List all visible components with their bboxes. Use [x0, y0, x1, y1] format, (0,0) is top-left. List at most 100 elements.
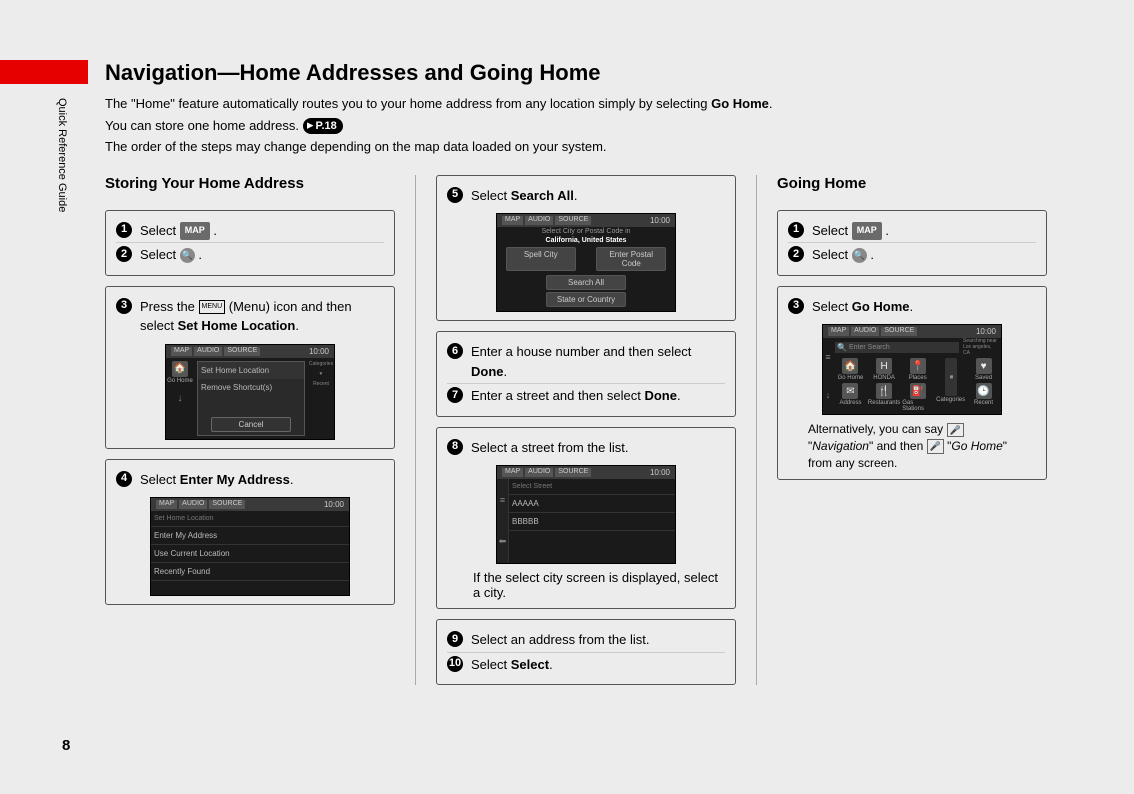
step10a: Select: [471, 657, 511, 672]
screenshot-gohome: MAPAUDIOSOURCE10:00 ≡↓ Enter Search Sear…: [822, 324, 1002, 415]
ss5-i5: Saved: [975, 375, 992, 381]
clock3: 10:00: [650, 216, 670, 225]
step6c: .: [504, 364, 508, 379]
tab-source3: SOURCE: [555, 216, 591, 225]
step3d: .: [295, 318, 299, 333]
step7b: Done: [644, 388, 677, 403]
gh-step3a: Select: [812, 299, 852, 314]
screenshot-set-home: MAPAUDIOSOURCE10:00 🏠Go Home ↓ Set Home …: [165, 344, 335, 440]
ss3-label: Select City or Postal Code in: [497, 227, 675, 236]
gh-step3c: .: [910, 299, 914, 314]
card-steps-9-10: 9 Select an address from the list. 10 Se…: [436, 619, 736, 685]
screenshot-street-list: MAPAUDIOSOURCE10:00 ≡⬅ Select Street AAA…: [496, 465, 676, 564]
tab-source5: SOURCE: [881, 327, 917, 336]
ss5-i1: Go Home: [838, 375, 864, 381]
step-num-8: 8: [447, 439, 463, 455]
tab-audio4: AUDIO: [525, 468, 553, 477]
step-num-2: 2: [116, 246, 132, 262]
step-num-10: 10: [447, 656, 463, 672]
tab-audio: AUDIO: [194, 347, 222, 356]
ss2-header: Set Home Location: [151, 511, 349, 527]
gh-step-num-1: 1: [788, 222, 804, 238]
step-num-6: 6: [447, 343, 463, 359]
ss3-b2: Enter Postal Code: [596, 247, 666, 271]
tab-map: MAP: [171, 347, 192, 356]
step-num-5: 5: [447, 187, 463, 203]
step5c: .: [574, 188, 578, 203]
step5b: Search All: [511, 188, 574, 203]
ss3-b4: State or Country: [546, 292, 626, 307]
step-num-4: 4: [116, 471, 132, 487]
ss3-b1: Spell City: [506, 247, 576, 271]
step7a: Enter a street and then select: [471, 388, 644, 403]
intro-line3: The order of the steps may change depend…: [105, 137, 1074, 157]
step3a: Press the: [140, 299, 199, 314]
ss4-r2: BBBBB: [509, 513, 675, 531]
card-steps-6-7: 6 Enter a house number and then select D…: [436, 331, 736, 417]
card-step-5: 5 Select Search All. MAPAUDIOSOURCE10:00…: [436, 175, 736, 322]
side-guide-label: Quick Reference Guide: [56, 98, 68, 212]
step10c: .: [549, 657, 553, 672]
menu-icon: MENU: [199, 300, 226, 314]
step4b: Enter My Address: [180, 472, 290, 487]
ss5-i2: HONDA: [873, 375, 895, 381]
alt-nav: Navigation: [812, 439, 869, 453]
ss5-i3: Places: [909, 375, 927, 381]
voice-icon-1: 🎤: [947, 423, 964, 438]
ss-cancel-btn: Cancel: [211, 417, 291, 432]
ss-cat: Categories: [308, 361, 334, 367]
gh-step-num-3: 3: [788, 298, 804, 314]
ss2-r1: Enter My Address: [151, 527, 349, 545]
tab-audio3: AUDIO: [525, 216, 553, 225]
ss4-header: Select Street: [509, 479, 675, 495]
card-gh-step-3: 3 Select Go Home. MAPAUDIOSOURCE10:00 ≡↓…: [777, 286, 1047, 481]
tab-map2: MAP: [156, 500, 177, 509]
step4c: .: [290, 472, 294, 487]
card-step-3: 3 Press the MENU (Menu) icon and then se…: [105, 286, 395, 449]
step-num-1: 1: [116, 222, 132, 238]
page-title: Navigation—Home Addresses and Going Home: [105, 60, 1074, 86]
step6b: Done: [471, 364, 504, 379]
intro-line1a: The "Home" feature automatically routes …: [105, 96, 711, 111]
tab-map5: MAP: [828, 327, 849, 336]
step4a: Select: [140, 472, 180, 487]
gh-step-num-2: 2: [788, 246, 804, 262]
clock: 10:00: [309, 347, 329, 356]
tab-audio2: AUDIO: [179, 500, 207, 509]
tab-map4: MAP: [502, 468, 523, 477]
ss5-i9: Recent: [974, 400, 993, 406]
going-home-heading: Going Home: [777, 175, 1047, 192]
alt-go: Go Home: [951, 439, 1002, 453]
gh-step3b: Go Home: [852, 299, 910, 314]
card-step-8: 8 Select a street from the list. MAPAUDI…: [436, 427, 736, 610]
search-icon: 🔍: [180, 248, 195, 263]
map-button-icon: MAP: [180, 222, 210, 240]
map-button-icon-2: MAP: [852, 222, 882, 240]
step5a: Select: [471, 188, 511, 203]
step-num-3: 3: [116, 298, 132, 314]
ss5-searching: Searching near Los angeles, CA: [961, 338, 1001, 356]
step8-note: If the select city screen is displayed, …: [447, 564, 725, 600]
ss3-loc: California, United States: [497, 236, 675, 245]
ss-opt-sethome: Set Home Location: [198, 362, 304, 379]
tab-source4: SOURCE: [555, 468, 591, 477]
step-num-9: 9: [447, 631, 463, 647]
screenshot-search-all: MAPAUDIOSOURCE10:00 Select City or Posta…: [496, 213, 676, 312]
voice-icon-2: 🎤: [927, 439, 944, 454]
ss5-i4: Categories: [936, 397, 965, 403]
step8: Select a street from the list.: [471, 438, 725, 458]
tab-source: SOURCE: [224, 347, 260, 356]
gh-step1: Select: [812, 223, 852, 238]
clock4: 10:00: [650, 468, 670, 477]
intro-gohome: Go Home: [711, 96, 769, 111]
alt3: " and then: [869, 439, 927, 453]
step7c: .: [677, 388, 681, 403]
search-icon-2: 🔍: [852, 248, 867, 263]
ss2-r2: Use Current Location: [151, 545, 349, 563]
alt1: Alternatively, you can say: [808, 422, 947, 436]
ss-heart: ♥: [308, 371, 334, 377]
intro-block: The "Home" feature automatically routes …: [105, 94, 1074, 157]
divider-1: [415, 175, 416, 686]
step10b: Select: [511, 657, 549, 672]
page-ref-pill: P.18: [303, 118, 343, 134]
